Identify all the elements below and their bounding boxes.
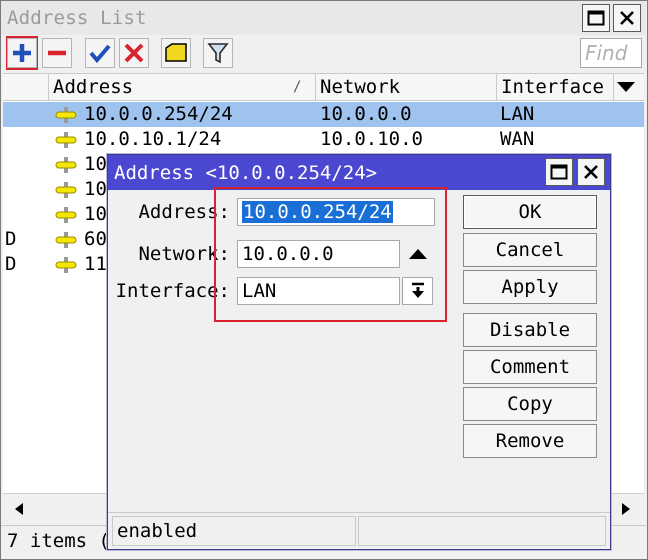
dialog-titlebar[interactable]: Address <10.0.0.254/24> xyxy=(108,155,610,190)
toolbar: Find xyxy=(1,35,646,73)
close-icon xyxy=(584,165,598,179)
filter-icon xyxy=(207,43,229,64)
address-dialog: Address <10.0.0.254/24> Address: 10.0.0.… xyxy=(107,154,611,550)
column-header-network[interactable]: Network xyxy=(316,74,497,101)
column-header-flags[interactable] xyxy=(3,74,49,101)
row-network: 10.0.0.0 xyxy=(320,103,412,125)
row-flag xyxy=(5,202,45,227)
maximize-icon xyxy=(587,10,605,26)
row-flag xyxy=(5,177,45,202)
network-label: Network: xyxy=(138,243,230,265)
scroll-left-button[interactable] xyxy=(5,496,33,522)
dialog-status-bar: enabled xyxy=(108,512,610,549)
arrow-left-icon xyxy=(15,503,23,515)
find-input[interactable]: Find xyxy=(580,38,642,68)
ip-address-icon xyxy=(55,181,77,199)
row-address: 10.0.10.1/24 xyxy=(84,128,222,150)
row-interface: LAN xyxy=(500,103,535,125)
copy-button[interactable]: Copy xyxy=(463,387,597,421)
ip-address-icon xyxy=(55,206,77,224)
column-header-address[interactable]: Address / xyxy=(49,74,316,101)
add-icon xyxy=(13,44,31,62)
comment-entry-button[interactable]: Comment xyxy=(463,350,597,384)
checkmark-icon xyxy=(89,44,111,64)
dialog-status-extra xyxy=(358,516,606,546)
remove-entry-button[interactable]: Remove xyxy=(463,424,597,458)
fields-highlight-box xyxy=(214,187,447,322)
row-flag: D xyxy=(5,253,17,275)
dialog-title: Address <10.0.0.254/24> xyxy=(114,162,378,184)
column-header-address-label: Address xyxy=(53,76,134,98)
ip-address-icon xyxy=(55,156,77,174)
maximize-icon xyxy=(550,164,568,180)
window-title: Address List xyxy=(7,7,147,29)
table-row[interactable]: 10.0.10.1/24 10.0.10.0 WAN xyxy=(3,127,644,152)
dialog-close-button[interactable] xyxy=(577,158,605,186)
cross-icon xyxy=(124,43,144,63)
ok-button[interactable]: OK xyxy=(463,195,597,229)
dialog-status-text: enabled xyxy=(112,516,356,546)
maximize-button[interactable] xyxy=(582,4,610,32)
apply-button[interactable]: Apply xyxy=(463,270,597,304)
disable-button[interactable] xyxy=(119,38,149,68)
column-header-network-label: Network xyxy=(320,76,401,98)
column-chooser-button[interactable] xyxy=(615,78,639,98)
column-header-interface-label: Interface xyxy=(501,76,604,98)
sort-indicator-icon: / xyxy=(293,79,302,95)
cancel-button[interactable]: Cancel xyxy=(463,233,597,267)
ip-address-icon xyxy=(55,231,77,249)
close-button[interactable] xyxy=(613,4,641,32)
row-address: 10 xyxy=(84,178,107,200)
row-address: 11 xyxy=(84,253,107,275)
scroll-right-button[interactable] xyxy=(612,496,640,522)
row-flag xyxy=(5,102,45,127)
column-header-interface[interactable]: Interface xyxy=(497,74,614,101)
triangle-down-icon xyxy=(617,82,635,92)
ip-address-icon xyxy=(55,106,77,124)
comment-icon xyxy=(165,43,187,62)
row-address: 10 xyxy=(84,203,107,225)
disable-entry-button[interactable]: Disable xyxy=(463,313,597,347)
row-address: 10 xyxy=(84,153,107,175)
enable-button[interactable] xyxy=(85,38,115,68)
interface-label: Interface: xyxy=(115,280,230,302)
row-flag xyxy=(5,152,45,177)
ip-address-icon xyxy=(55,256,77,274)
arrow-right-icon xyxy=(622,503,630,515)
row-address: 10.0.0.254/24 xyxy=(84,103,233,125)
filter-button[interactable] xyxy=(203,38,233,68)
row-interface: WAN xyxy=(500,128,535,150)
row-flag xyxy=(5,127,45,152)
address-label: Address: xyxy=(138,201,230,223)
row-address: 60 xyxy=(84,228,107,250)
row-flag: D xyxy=(5,228,17,250)
comment-button[interactable] xyxy=(161,38,191,68)
window-titlebar[interactable]: Address List xyxy=(1,1,646,35)
table-row[interactable]: 10.0.0.254/24 10.0.0.0 LAN xyxy=(3,102,644,127)
minus-icon xyxy=(48,50,66,56)
table-header: Address / Network Interface xyxy=(3,74,644,101)
remove-button[interactable] xyxy=(42,38,72,68)
ip-address-icon xyxy=(55,131,77,149)
dialog-maximize-button[interactable] xyxy=(545,158,573,186)
add-button[interactable] xyxy=(7,38,37,68)
close-icon xyxy=(620,11,634,25)
row-network: 10.0.10.0 xyxy=(320,128,423,150)
